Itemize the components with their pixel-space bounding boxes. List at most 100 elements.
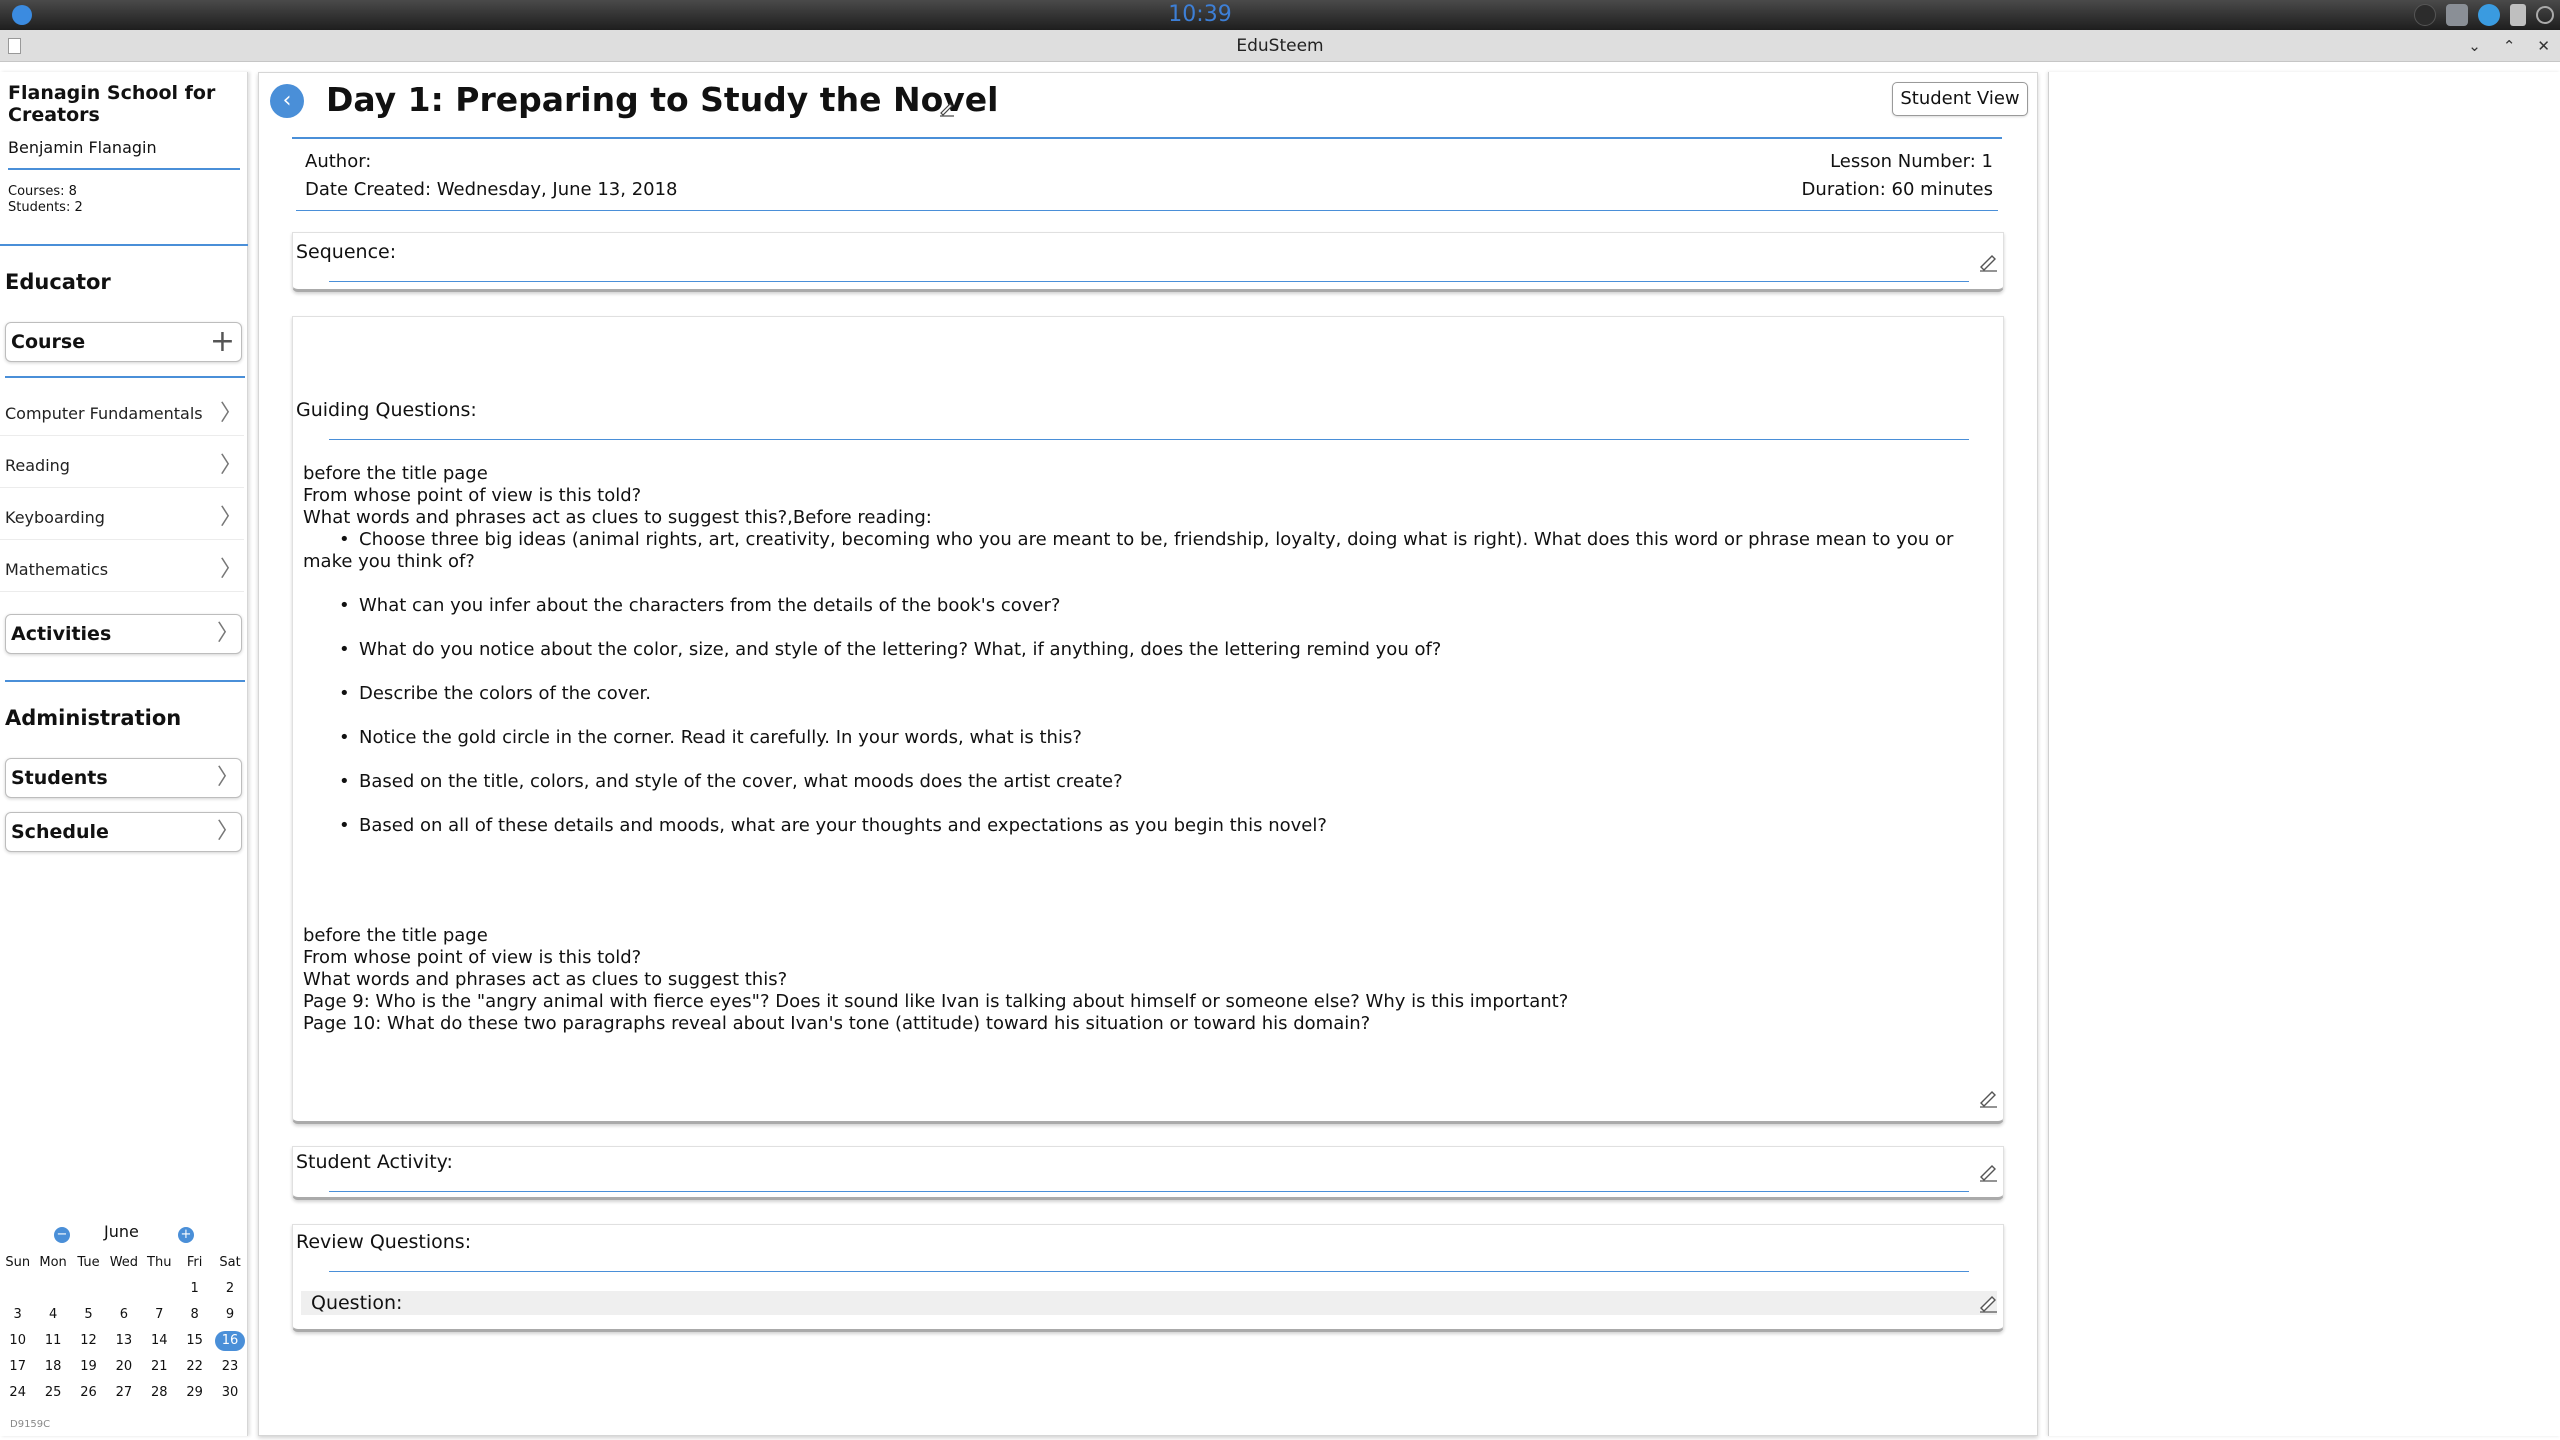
guiding-text-line: before the title page bbox=[303, 925, 488, 946]
calendar-day[interactable]: 25 bbox=[35, 1380, 70, 1406]
calendar-empty-cell bbox=[106, 1276, 141, 1302]
activities-button[interactable]: Activities 〉 bbox=[5, 614, 242, 654]
calendar-month: June bbox=[104, 1222, 139, 1241]
calendar-day[interactable]: 4 bbox=[35, 1302, 70, 1328]
edit-student-activity-icon[interactable] bbox=[1977, 1161, 1999, 1183]
students-button-label: Students bbox=[11, 767, 108, 789]
tray-clipboard-icon[interactable] bbox=[2510, 4, 2526, 26]
calendar-day[interactable]: 5 bbox=[71, 1302, 106, 1328]
back-button[interactable]: ‹ bbox=[270, 84, 304, 118]
calendar-day[interactable]: 27 bbox=[106, 1380, 141, 1406]
calendar-day[interactable]: 11 bbox=[35, 1328, 70, 1354]
edit-title-icon[interactable] bbox=[938, 100, 956, 118]
calendar-day[interactable]: 13 bbox=[106, 1328, 141, 1354]
user-name: Benjamin Flanagin bbox=[8, 138, 157, 157]
calendar-day[interactable]: 7 bbox=[142, 1302, 177, 1328]
guiding-questions-section: Guiding Questions: before the title page… bbox=[292, 316, 2004, 1124]
calendar-day[interactable]: 20 bbox=[106, 1354, 141, 1380]
chevron-right-icon: 〉 bbox=[220, 505, 243, 530]
chevron-right-icon: 〉 bbox=[220, 453, 243, 478]
chevron-right-icon: 〉 bbox=[217, 621, 240, 646]
tray-telegram-icon[interactable] bbox=[2478, 4, 2500, 26]
schedule-button-label: Schedule bbox=[11, 821, 109, 843]
tray-power-icon[interactable] bbox=[2536, 6, 2554, 24]
sidebar-item-reading[interactable]: Reading 〉 bbox=[0, 444, 244, 488]
tray-network-icon[interactable] bbox=[2446, 4, 2468, 26]
calendar-day[interactable]: 19 bbox=[71, 1354, 106, 1380]
calendar-weekday: Mon bbox=[39, 1255, 67, 1270]
list-item: Notice the gold circle in the corner. Re… bbox=[303, 727, 1993, 749]
minimize-icon[interactable]: ⌄ bbox=[2468, 30, 2481, 62]
calendar-day[interactable]: 21 bbox=[142, 1354, 177, 1380]
list-item: Describe the colors of the cover. bbox=[303, 683, 1993, 705]
calendar-day[interactable]: 2 bbox=[212, 1276, 247, 1302]
calendar-day[interactable]: 12 bbox=[71, 1328, 106, 1354]
student-activity-section: Student Activity: bbox=[292, 1146, 2004, 1200]
student-view-button[interactable]: Student View bbox=[1892, 82, 2028, 116]
calendar-week-row: 10 11 12 13 14 15 16 bbox=[0, 1328, 248, 1354]
calendar-weekday: Wed bbox=[109, 1255, 139, 1270]
calendar-day[interactable]: 9 bbox=[212, 1302, 247, 1328]
sidebar-item-label: Mathematics bbox=[5, 560, 109, 579]
lesson-title: Day 1: Preparing to Study the Novel bbox=[326, 80, 999, 119]
calendar-day[interactable]: 10 bbox=[0, 1328, 35, 1354]
chevron-right-icon: 〉 bbox=[217, 765, 240, 790]
administration-heading: Administration bbox=[5, 706, 182, 730]
close-icon[interactable]: ✕ bbox=[2537, 30, 2550, 62]
guiding-text-line: What words and phrases act as clues to s… bbox=[303, 969, 788, 990]
previous-month-icon[interactable]: − bbox=[54, 1227, 70, 1243]
calendar-day[interactable]: 29 bbox=[177, 1380, 212, 1406]
sidebar-item-keyboarding[interactable]: Keyboarding 〉 bbox=[0, 496, 244, 540]
calendar-day[interactable]: 16 bbox=[212, 1328, 247, 1354]
guiding-text-line: What words and phrases act as clues to s… bbox=[303, 507, 932, 528]
calendar-day[interactable]: 1 bbox=[177, 1276, 212, 1302]
students-button[interactable]: Students 〉 bbox=[5, 758, 242, 798]
edit-sequence-icon[interactable] bbox=[1977, 251, 1999, 273]
lesson-number-field: Lesson Number: 1 bbox=[1830, 151, 1993, 172]
question-row[interactable]: Question: bbox=[301, 1291, 1997, 1315]
tray-avatar-icon[interactable] bbox=[2414, 4, 2436, 26]
calendar-day[interactable]: 26 bbox=[71, 1380, 106, 1406]
calendar-empty-cell bbox=[142, 1276, 177, 1302]
calendar-day[interactable]: 8 bbox=[177, 1302, 212, 1328]
calendar-weekday: Fri bbox=[186, 1255, 203, 1270]
sidebar-item-label: Computer Fundamentals bbox=[5, 404, 203, 423]
calendar-day[interactable]: 24 bbox=[0, 1380, 35, 1406]
sequence-label: Sequence: bbox=[296, 241, 397, 263]
calendar-day[interactable]: 15 bbox=[177, 1328, 212, 1354]
calendar-day[interactable]: 18 bbox=[35, 1354, 70, 1380]
calendar-empty-cell bbox=[0, 1276, 35, 1302]
calendar-day[interactable]: 22 bbox=[177, 1354, 212, 1380]
course-button-label: Course bbox=[11, 331, 86, 353]
maximize-icon[interactable]: ⌃ bbox=[2503, 30, 2516, 62]
calendar-day[interactable]: 14 bbox=[142, 1328, 177, 1354]
edit-guiding-questions-icon[interactable] bbox=[1977, 1087, 1999, 1109]
organization-name: Flanagin School for Creators bbox=[8, 82, 216, 126]
calendar-day[interactable]: 6 bbox=[106, 1302, 141, 1328]
sidebar-item-mathematics[interactable]: Mathematics 〉 bbox=[0, 548, 244, 592]
calendar-week-row: 3456789 bbox=[0, 1302, 248, 1328]
next-month-icon[interactable]: + bbox=[178, 1227, 194, 1243]
calendar-day[interactable]: 3 bbox=[0, 1302, 35, 1328]
system-menu-icon[interactable] bbox=[12, 5, 32, 25]
calendar-week-row: 17 18 19 20 21 22 23 bbox=[0, 1354, 248, 1380]
guiding-text-line: From whose point of view is this told? bbox=[303, 485, 642, 506]
calendar-day[interactable]: 17 bbox=[0, 1354, 35, 1380]
sidebar-item-computer-fundamentals[interactable]: Computer Fundamentals 〉 bbox=[0, 392, 244, 436]
course-button[interactable]: Course + bbox=[5, 322, 242, 362]
system-clock: 10:39 bbox=[1168, 2, 1232, 27]
calendar-day[interactable]: 30 bbox=[212, 1380, 247, 1406]
author-field: Author: bbox=[305, 151, 372, 172]
schedule-button[interactable]: Schedule 〉 bbox=[5, 812, 242, 852]
calendar-weekday: Tue bbox=[77, 1255, 100, 1270]
chevron-right-icon: 〉 bbox=[220, 557, 243, 582]
add-course-icon[interactable]: + bbox=[210, 327, 235, 357]
title-divider bbox=[292, 137, 2002, 139]
calendar-day[interactable]: 23 bbox=[212, 1354, 247, 1380]
sidebar-item-label: Reading bbox=[5, 456, 70, 475]
calendar-weekday-row: Sun Mon Tue Wed Thu Fri Sat bbox=[0, 1250, 248, 1276]
edit-question-icon[interactable] bbox=[1977, 1292, 1999, 1314]
sidebar-divider bbox=[8, 168, 240, 170]
calendar-week-row: 24 25 26 27 28 29 30 bbox=[0, 1380, 248, 1406]
calendar-day[interactable]: 28 bbox=[142, 1380, 177, 1406]
